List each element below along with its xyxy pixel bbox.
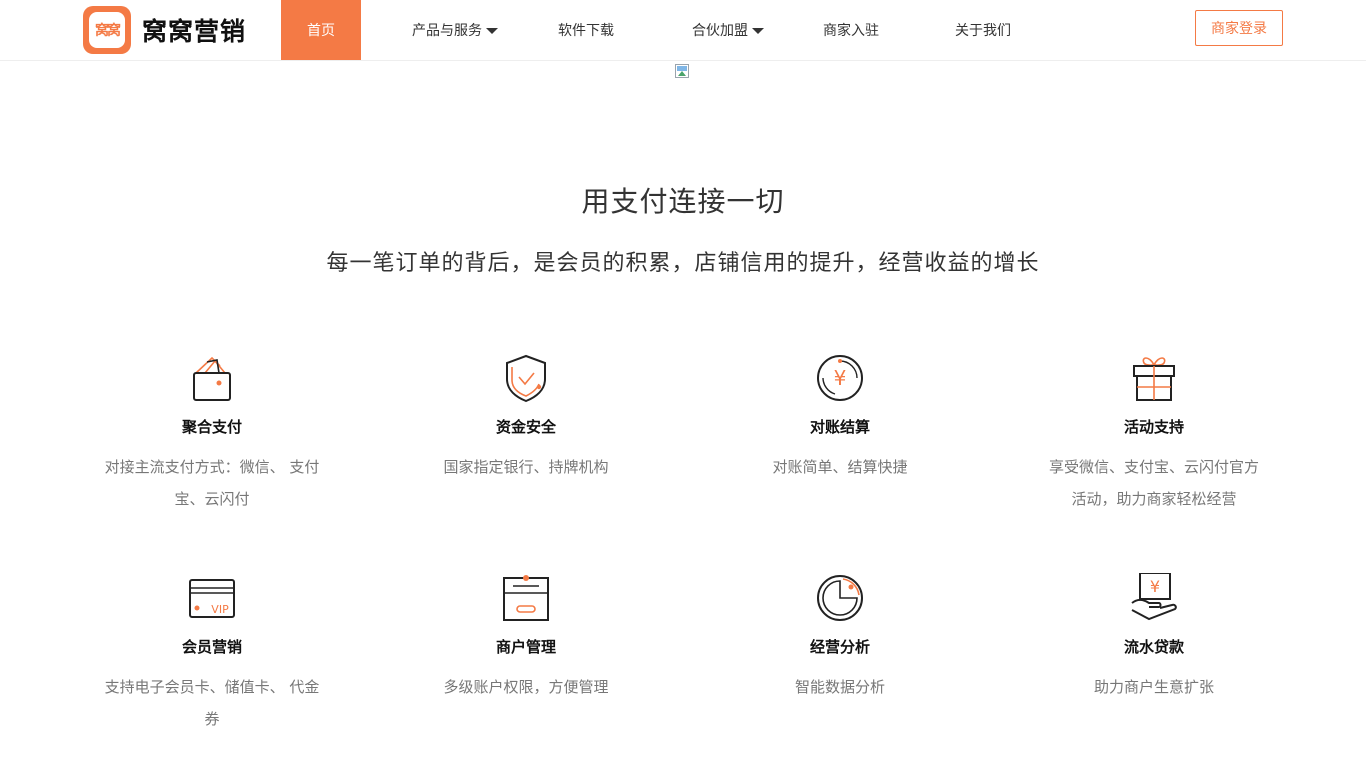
chevron-down-icon [752, 28, 764, 34]
feature-description: 对接主流支付方式：微信、 支付宝、云闪付 [104, 458, 320, 508]
yuan-clock-icon: ¥ [817, 355, 863, 401]
feature-description: 多级账户权限，方便管理 [443, 678, 609, 696]
feature-title: 商户管理 [495, 638, 556, 656]
feature-description: 智能数据分析 [794, 678, 885, 696]
logo-badge-text: 窝窝 [95, 23, 121, 39]
nav-item-about[interactable]: 关于我们 [943, 0, 1023, 60]
nav-item-products[interactable]: 产品与服务 [400, 0, 510, 60]
logo-text: 窝窝营销 [142, 17, 247, 46]
hand-money-icon: ¥ [1131, 573, 1177, 621]
merchant-box-icon [503, 575, 549, 621]
section-subheadline: 每一笔订单的背后，是会员的积累，店铺信用的提升，经营收益的增长 [326, 251, 1040, 276]
chevron-down-icon [486, 28, 498, 34]
feature-member-marketing: VIP 会员营销 支持电子会员卡、储值卡、 代金券 [92, 573, 332, 735]
logo-badge-icon: 窝窝 [83, 6, 131, 54]
top-header: 窝窝 窝窝营销 首页 产品与服务 软件下载 合伙加盟 商家入驻 关于我们 商家登… [0, 0, 1366, 61]
feature-description: 助力商户生意扩张 [1093, 678, 1214, 696]
wallet-icon [193, 356, 231, 401]
merchant-login-button[interactable]: 商家登录 [1195, 10, 1283, 46]
feature-title: 流水贷款 [1123, 638, 1184, 656]
feature-business-analysis: 经营分析 智能数据分析 [720, 573, 960, 703]
svg-text:VIP: VIP [211, 603, 229, 616]
login-button-label: 商家登录 [1211, 21, 1267, 37]
nav-item-label: 合伙加盟 [692, 23, 748, 39]
feature-title: 会员营销 [181, 638, 242, 656]
broken-image-icon [675, 64, 691, 80]
feature-fund-security: 资金安全 国家指定银行、持牌机构 [406, 353, 646, 483]
feature-title: 聚合支付 [181, 418, 242, 436]
feature-description: 享受微信、支付宝、云闪付官方活动，助力商家轻松经营 [1048, 458, 1259, 508]
svg-text:¥: ¥ [834, 366, 847, 390]
feature-merchant-management: 商户管理 多级账户权限，方便管理 [406, 573, 646, 703]
feature-description: 国家指定银行、持牌机构 [443, 458, 609, 476]
svg-text:¥: ¥ [1150, 577, 1160, 596]
pie-chart-icon [817, 575, 863, 621]
shield-check-icon [506, 354, 546, 403]
feature-reconciliation: ¥ 对账结算 对账简单、结算快捷 [720, 353, 960, 483]
feature-description: 对账简单、结算快捷 [772, 458, 908, 476]
feature-title: 活动支持 [1123, 418, 1184, 436]
nav-item-label: 商家入驻 [823, 23, 879, 39]
gift-icon [1133, 357, 1175, 401]
nav-item-label: 软件下载 [558, 23, 614, 39]
feature-description: 支持电子会员卡、储值卡、 代金券 [104, 678, 320, 728]
feature-title: 经营分析 [809, 638, 870, 656]
nav-item-partner[interactable]: 合伙加盟 [680, 0, 776, 60]
feature-aggregate-payment: 聚合支付 对接主流支付方式：微信、 支付宝、云闪付 [92, 353, 332, 515]
section-headline: 用支付连接一切 [581, 185, 785, 218]
feature-title: 资金安全 [495, 418, 556, 436]
vip-card-icon: VIP [189, 579, 235, 618]
nav-item-merchant-join[interactable]: 商家入驻 [811, 0, 891, 60]
nav-item-home[interactable]: 首页 [281, 0, 361, 60]
feature-activity-support: 活动支持 享受微信、支付宝、云闪付官方活动，助力商家轻松经营 [1034, 353, 1274, 515]
feature-title: 对账结算 [809, 418, 870, 436]
nav-item-label: 首页 [307, 23, 335, 39]
nav-item-label: 产品与服务 [412, 23, 482, 39]
feature-flow-loan: ¥ 流水贷款 助力商户生意扩张 [1034, 573, 1274, 703]
nav-item-download[interactable]: 软件下载 [546, 0, 626, 60]
nav-item-label: 关于我们 [955, 23, 1011, 39]
brand-logo[interactable]: 窝窝 窝窝营销 [83, 6, 263, 54]
